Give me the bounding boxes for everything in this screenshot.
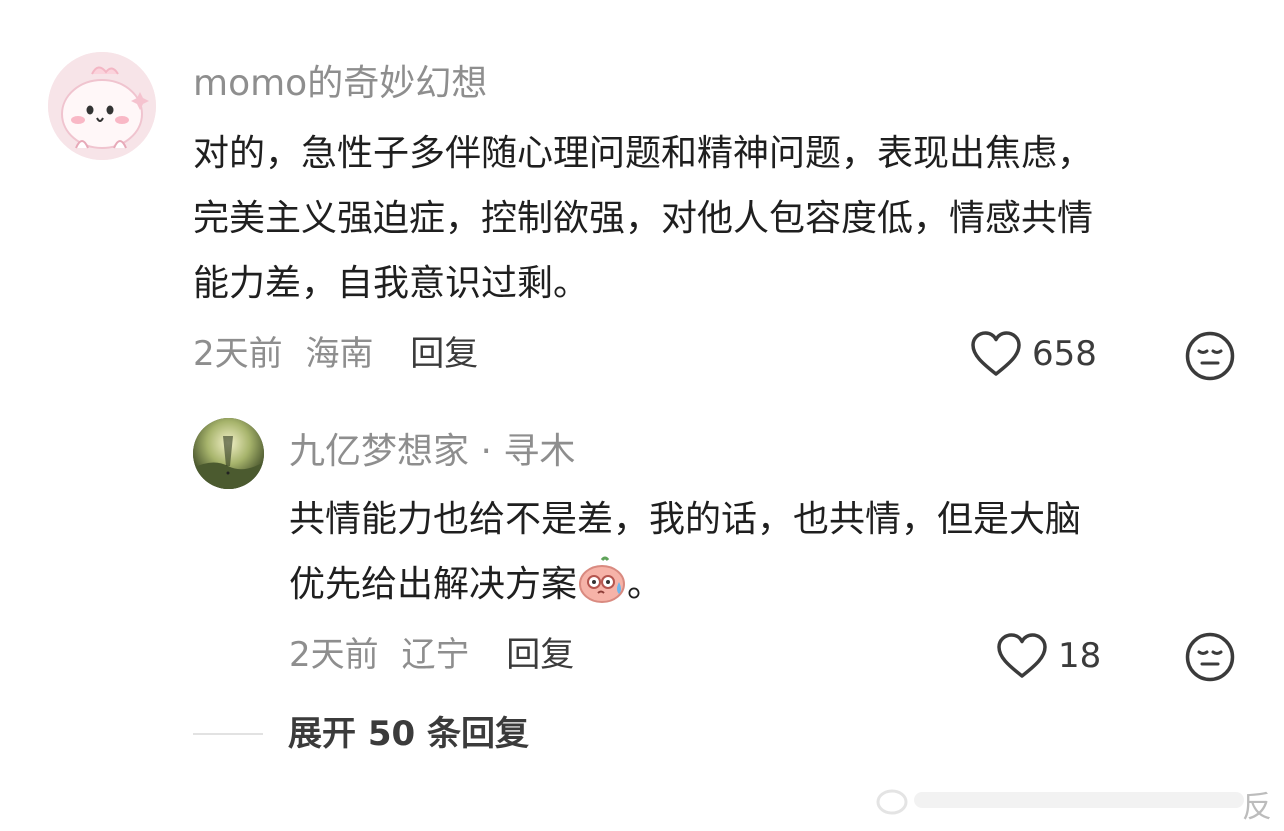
heart-outline-icon xyxy=(997,633,1047,678)
reply-like-button[interactable]: 18 xyxy=(996,632,1101,680)
forest-landscape-avatar-icon xyxy=(193,418,264,489)
reply-body: 共情能力也给不是差，我的话，也共情，但是大脑 优先给出解决方案 。 xyxy=(289,487,1081,617)
comment-meta: 2天前 海南 回复 xyxy=(193,334,478,374)
comment-text-line: 对的，急性子多伴随心理问题和精神问题，表现出焦虑， xyxy=(193,133,1094,174)
reply-text-line: 优先给出解决方案 。 xyxy=(289,552,1081,617)
watermark-text: 反 xyxy=(1242,790,1272,825)
reply-reply-button[interactable]: 回复 xyxy=(506,635,574,675)
expand-divider xyxy=(193,733,263,735)
reply-like-count: 18 xyxy=(1058,636,1102,676)
sweat-face-emoji-icon xyxy=(579,556,626,603)
watermark-logo-icon xyxy=(876,789,1244,815)
like-count: 658 xyxy=(1032,334,1097,374)
reply-time: 2天前 xyxy=(289,635,379,675)
comment-text-line: 能力差，自我意识过剩。 xyxy=(193,263,590,304)
meh-face-icon xyxy=(1185,632,1235,682)
pink-cartoon-avatar-icon xyxy=(48,52,156,160)
meh-face-icon xyxy=(1185,331,1235,381)
comment-body: 对的，急性子多伴随心理问题和精神问题，表现出焦虑， 完美主义强迫症，控制欲强，对… xyxy=(193,121,1093,316)
reply-text-line: 共情能力也给不是差，我的话，也共情，但是大脑 xyxy=(289,499,1082,540)
reply-username[interactable]: 九亿梦想家 · 寻木 xyxy=(289,432,575,472)
reply-dislike-button[interactable] xyxy=(1184,631,1236,687)
reply-text-segment: 。 xyxy=(627,564,664,605)
reply-meta: 2天前 辽宁 回复 xyxy=(289,635,574,675)
reply-text-segment: 优先给出解决方案 xyxy=(289,564,578,605)
comment-text-line: 完美主义强迫症，控制欲强，对他人包容度低，情感共情 xyxy=(193,198,1094,239)
heart-outline-icon xyxy=(971,331,1021,376)
comment-time: 2天前 xyxy=(193,334,283,374)
reply-button[interactable]: 回复 xyxy=(410,334,478,374)
comment-location: 海南 xyxy=(305,334,374,374)
avatar[interactable] xyxy=(48,52,156,160)
dislike-button[interactable] xyxy=(1184,330,1236,386)
reply-avatar[interactable] xyxy=(193,418,264,489)
expand-replies-button[interactable]: 展开 50 条回复 xyxy=(288,714,529,754)
reply-location: 辽宁 xyxy=(401,635,470,675)
like-button[interactable]: 658 xyxy=(970,330,1097,378)
comment-username[interactable]: momo的奇妙幻想 xyxy=(193,64,487,104)
